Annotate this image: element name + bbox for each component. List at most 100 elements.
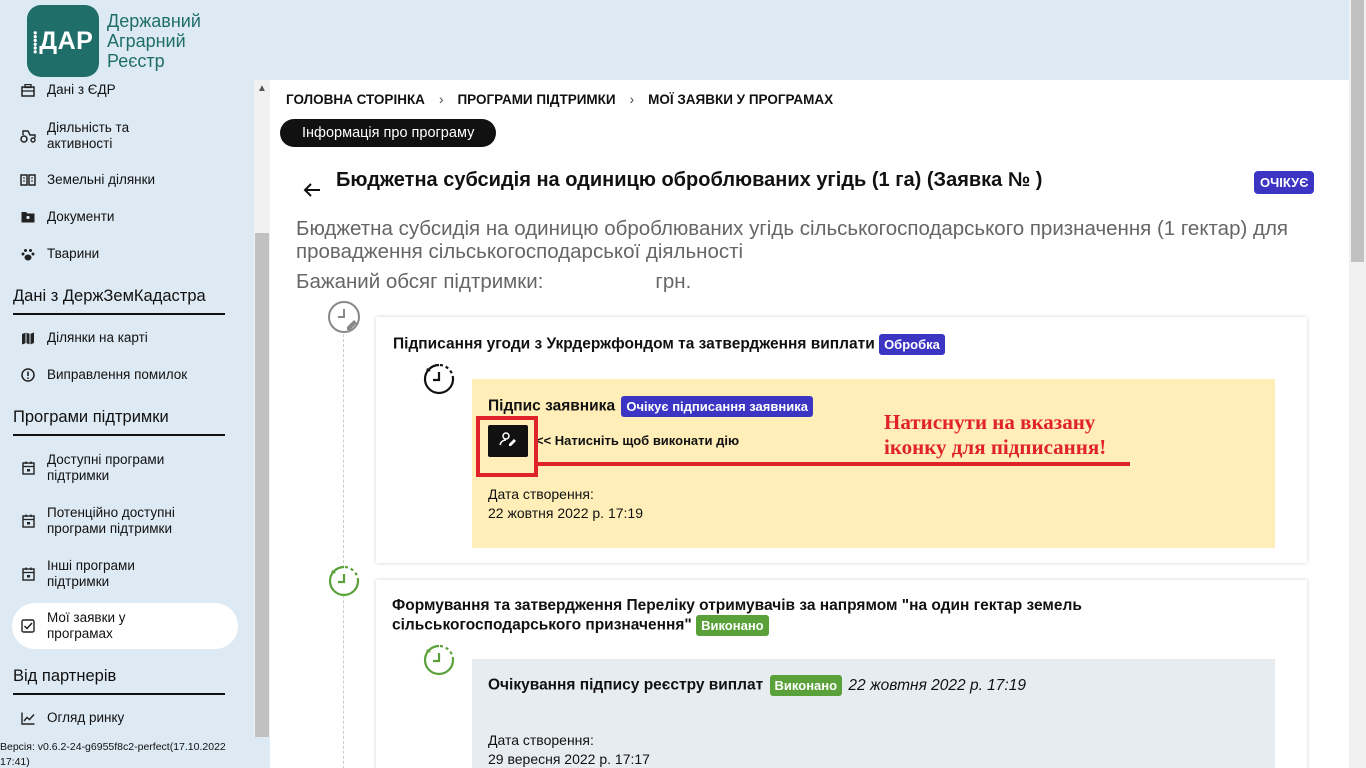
annotation-text: Натиснути на вказану іконку для підписан… xyxy=(884,410,1106,460)
step-title-text: Очікування підпису реєстру виплат xyxy=(488,676,764,694)
amount-currency: грн. xyxy=(655,270,692,293)
paw-icon xyxy=(20,246,36,262)
sidebar-item-label: Потенційно доступні програми підтримки xyxy=(47,505,175,536)
amount-label: Бажаний обсяг підтримки: xyxy=(296,270,544,293)
book-icon xyxy=(20,172,36,188)
stage-title: Підписання угоди з Укрдержфондом та затв… xyxy=(393,334,1293,355)
sidebar-item-animals[interactable]: Тварини xyxy=(20,246,99,262)
program-info-button[interactable]: Інформація про програму xyxy=(280,119,497,147)
chevron-up-icon[interactable]: ▲ xyxy=(257,83,267,94)
step-date-label: Дата створення: xyxy=(488,486,594,502)
app-logo[interactable]: ⸽ ДАР Державний Аграрний Реєстр xyxy=(27,5,201,77)
sidebar-scrollbar-thumb[interactable] xyxy=(255,233,269,737)
logo-line-1: Державний xyxy=(107,11,201,31)
step-panel: Очікування підпису реєстру виплат Викона… xyxy=(472,659,1275,768)
logo-badge-text: ДАР xyxy=(39,26,94,55)
stage-status-badge: Обробка xyxy=(879,334,945,355)
alert-circle-icon xyxy=(20,367,36,383)
logo-text: Державний Аграрний Реєстр xyxy=(107,11,201,71)
timeline-line xyxy=(343,334,344,768)
clock-done-icon xyxy=(422,643,456,677)
sidebar-section-programs: Програми підтримки xyxy=(13,408,225,436)
sidebar-item-label: Документи xyxy=(47,209,115,224)
breadcrumb-separator: › xyxy=(438,92,444,107)
logo-wheat-icon: ⸽ xyxy=(32,31,39,54)
calendar-icon xyxy=(20,513,36,529)
sidebar-item-other-programs[interactable]: Інші програми підтримки xyxy=(20,558,170,590)
sidebar-item-edr[interactable]: Дані з ЄДР xyxy=(20,82,116,98)
breadcrumb-home[interactable]: ГОЛОВНА СТОРІНКА xyxy=(286,92,425,107)
logo-badge: ⸽ ДАР xyxy=(27,5,99,77)
version-info: Версія: v0.6.2-24-g6955f8c2-perfect(17.1… xyxy=(0,741,226,768)
sidebar-item-label: Інші програми підтримки xyxy=(47,558,135,589)
breadcrumb-my-requests[interactable]: МОЇ ЗАЯВКИ У ПРОГРАМАХ xyxy=(648,92,833,107)
logo-line-2: Аграрний xyxy=(107,31,186,51)
step-title-text: Підпис заявника xyxy=(488,397,616,415)
sidebar-item-label: Ділянки на карті xyxy=(47,330,148,345)
sidebar-item-activities[interactable]: Діяльність та активності xyxy=(20,120,180,152)
clock-pending-icon xyxy=(422,362,456,396)
sidebar-item-potential-programs[interactable]: Потенційно доступні програми підтримки xyxy=(20,505,195,537)
step-date-value: 29 вересня 2022 р. 17:17 xyxy=(488,751,650,767)
page-subtitle: Бюджетна субсидія на одиницю оброблювани… xyxy=(296,217,1289,263)
sidebar-item-label: Доступні програми підтримки xyxy=(47,452,165,483)
page-title: Бюджетна субсидія на одиницю оброблювани… xyxy=(336,169,1043,191)
clock-done-icon xyxy=(327,564,361,598)
stage-card: Формування та затвердження Переліку отри… xyxy=(376,580,1307,768)
sidebar-item-label: Земельні ділянки xyxy=(47,172,156,187)
step-status-badge: Виконано xyxy=(769,675,843,696)
breadcrumb-programs[interactable]: ПРОГРАМИ ПІДТРИМКИ xyxy=(457,92,615,107)
breadcrumb: ГОЛОВНА СТОРІНКА › ПРОГРАМИ ПІДТРИМКИ › … xyxy=(286,92,833,107)
sidebar-item-label: Тварини xyxy=(47,246,100,261)
sidebar-item-label: Мої заявки у програмах xyxy=(47,610,126,641)
status-badge: ОЧІКУЄ xyxy=(1254,171,1315,194)
stage-status-badge: Виконано xyxy=(696,615,769,636)
calendar-icon xyxy=(20,460,36,476)
sidebar-item-my-requests[interactable]: Мої заявки у програмах xyxy=(12,603,238,649)
calendar-icon xyxy=(20,566,36,582)
sidebar-item-documents[interactable]: Документи xyxy=(20,209,114,225)
amount-row: Бажаний обсяг підтримки: грн. xyxy=(296,270,691,294)
step-date-label: Дата створення: xyxy=(488,732,594,748)
sidebar-item-label: Огляд ринку xyxy=(47,710,125,725)
annotation-line-1: Натиснути на вказану xyxy=(884,410,1096,434)
breadcrumb-separator: › xyxy=(629,92,635,107)
annotation-highlight-box xyxy=(476,416,538,477)
folder-icon xyxy=(20,209,36,225)
step-date: Дата створення: 29 вересня 2022 р. 17:17 xyxy=(488,731,650,768)
main-content: ГОЛОВНА СТОРІНКА › ПРОГРАМИ ПІДТРИМКИ › … xyxy=(270,80,1349,768)
main-scrollbar[interactable] xyxy=(1349,0,1366,768)
annotation-underline xyxy=(536,462,1130,466)
step-date-value: 22 жовтня 2022 р. 17:19 xyxy=(488,505,643,521)
sidebar-section-dzk: Дані з ДержЗемКадастра xyxy=(13,287,225,315)
sidebar-scrollbar[interactable]: ▲ xyxy=(254,80,270,737)
tractor-icon xyxy=(20,128,36,144)
checkbox-icon xyxy=(20,618,36,634)
sidebar-item-map-plots[interactable]: Ділянки на карті xyxy=(20,330,148,346)
main-scrollbar-thumb[interactable] xyxy=(1351,0,1364,262)
sidebar-item-label: Дані з ЄДР xyxy=(47,82,116,97)
stage-title: Формування та затвердження Переліку отри… xyxy=(392,596,1212,636)
stage-title-text: Підписання угоди з Укрдержфондом та затв… xyxy=(393,335,875,353)
step-date: Дата створення: 22 жовтня 2022 р. 17:19 xyxy=(488,485,643,523)
sidebar-item-label: Діяльність та активності xyxy=(47,120,130,151)
sidebar-item-error-fix[interactable]: Виправлення помилок xyxy=(20,367,187,383)
step-timestamp: 22 жовтня 2022 р. 17:19 xyxy=(848,676,1026,694)
sidebar: Дані з ЄДР Діяльність та активності Земе… xyxy=(0,80,254,737)
chart-line-icon xyxy=(20,710,36,726)
step-status-badge: Очікує підписання заявника xyxy=(621,396,813,417)
sidebar-item-land-plots[interactable]: Земельні ділянки xyxy=(20,172,155,188)
step-title: Підпис заявника Очікує підписання заявни… xyxy=(488,396,813,417)
back-arrow-icon[interactable] xyxy=(302,178,322,204)
map-icon xyxy=(20,330,36,346)
sidebar-item-available-programs[interactable]: Доступні програми підтримки xyxy=(20,452,190,484)
clock-edit-icon xyxy=(327,300,361,334)
action-hint: << Натисніть щоб виконати дію xyxy=(536,433,740,448)
annotation-line-2: іконку для підписання! xyxy=(884,435,1107,459)
logo-line-3: Реєстр xyxy=(107,51,165,71)
sidebar-item-market-overview[interactable]: Огляд ринку xyxy=(20,710,124,726)
step-title: Очікування підпису реєстру виплат Викона… xyxy=(488,675,1026,696)
sidebar-item-label: Виправлення помилок xyxy=(47,367,188,382)
building-icon xyxy=(20,82,36,98)
sidebar-section-partners: Від партнерів xyxy=(13,667,225,695)
